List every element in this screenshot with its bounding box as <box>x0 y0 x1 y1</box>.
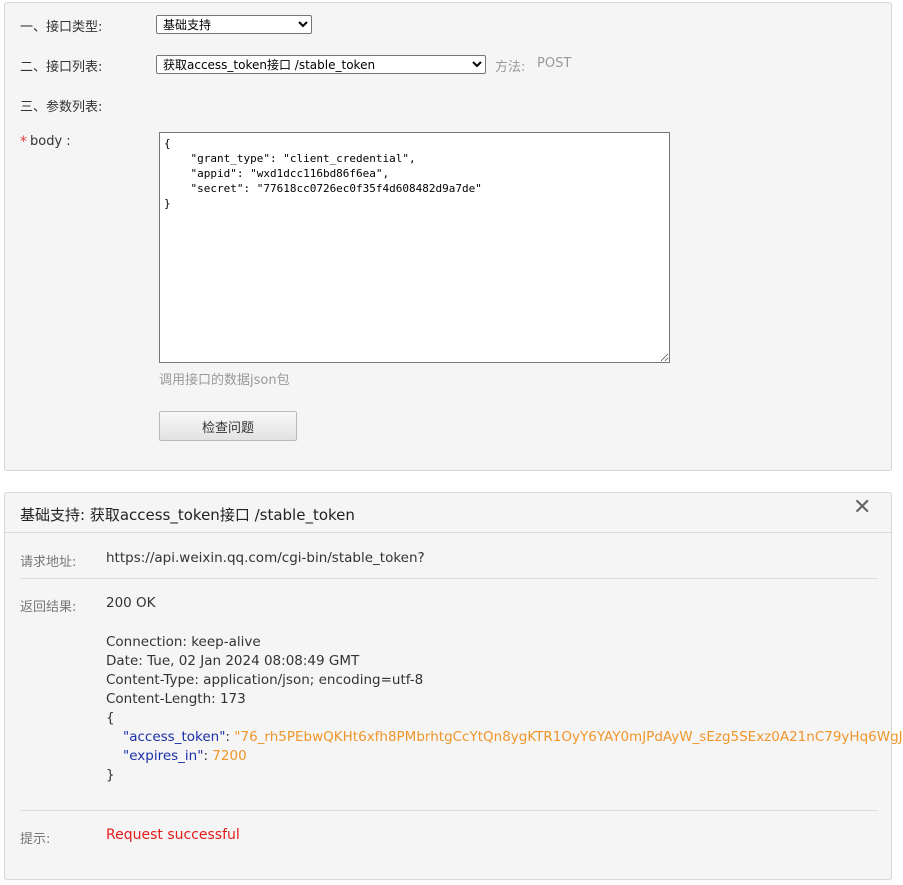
request-url-value: https://api.weixin.qq.com/cgi-bin/stable… <box>106 550 425 566</box>
json-colon: : <box>203 748 213 764</box>
param-list-label: 三、参数列表: <box>20 100 103 115</box>
result-label: 返回结果: <box>20 600 77 615</box>
tip-label: 提示: <box>20 832 51 847</box>
header-line: Connection: keep-alive <box>106 634 261 650</box>
result-panel: 基础支持: 获取access_token接口 /stable_token ✕ 请… <box>4 492 903 880</box>
json-line-expires-in: "expires_in": 7200 <box>123 748 247 764</box>
json-value: 7200 <box>212 748 247 764</box>
header-line: Content-Type: application/json; encoding… <box>106 672 424 688</box>
json-key: "access_token" <box>123 729 226 745</box>
tip-value: Request successful <box>106 827 240 843</box>
interface-list-select[interactable]: 获取access_token接口 /stable_token <box>156 55 486 74</box>
body-textarea[interactable]: { "grant_type": "client_credential", "ap… <box>159 132 670 363</box>
status-line: 200 OK <box>106 595 156 611</box>
json-close-brace: } <box>106 767 115 783</box>
required-star: * <box>20 134 27 150</box>
json-key: "expires_in" <box>123 748 204 764</box>
method-label: 方法: <box>495 60 526 75</box>
body-label: body : <box>30 134 71 149</box>
request-url-label: 请求地址: <box>20 555 77 570</box>
divider <box>20 810 878 811</box>
method-value: POST <box>537 56 572 71</box>
body-hint: 调用接口的数据json包 <box>159 373 290 388</box>
result-header: 基础支持: 获取access_token接口 /stable_token ✕ <box>5 493 891 533</box>
json-colon: : <box>225 729 235 745</box>
result-title: 基础支持: 获取access_token接口 /stable_token <box>20 506 355 524</box>
api-form-panel: 一、接口类型: 基础支持 二、接口列表: 获取access_token接口 /s… <box>4 2 892 471</box>
interface-list-label: 二、接口列表: <box>20 60 103 75</box>
divider <box>20 578 878 579</box>
json-open-brace: { <box>106 710 115 726</box>
interface-type-select[interactable]: 基础支持 <box>156 15 312 34</box>
close-icon[interactable]: ✕ <box>853 495 871 521</box>
json-line-access-token: "access_token": "76_rh5PEbwQKHt6xfh8PMbr… <box>123 729 903 745</box>
header-line: Date: Tue, 02 Jan 2024 08:08:49 GMT <box>106 653 360 669</box>
interface-type-label: 一、接口类型: <box>20 20 103 35</box>
check-problem-button[interactable]: 检查问题 <box>159 411 297 441</box>
header-line: Content-Length: 173 <box>106 691 246 707</box>
json-value: "76_rh5PEbwQKHt6xfh8PMbrhtgCcYtQn8ygKTR1… <box>234 729 903 745</box>
